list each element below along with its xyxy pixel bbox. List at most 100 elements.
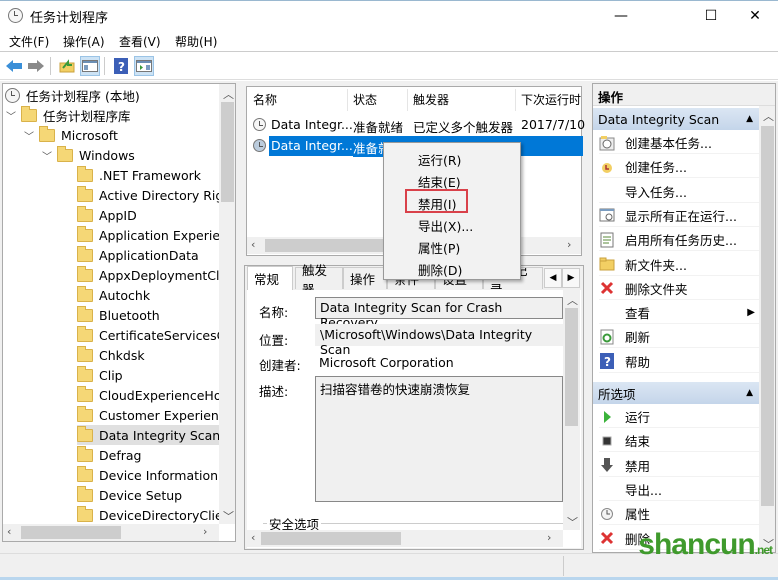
action-item[interactable]: 刷新 (599, 326, 759, 349)
tree-item-folder[interactable]: Device Setup (77, 485, 182, 505)
help-button[interactable]: ? (111, 56, 131, 76)
scrollbar-thumb[interactable] (21, 526, 121, 539)
tab-scroll-left-button[interactable]: ◀ (544, 268, 562, 288)
chevron-down-icon[interactable]: ﹀ (5, 108, 17, 123)
action-item[interactable]: 启用所有任务历史... (599, 229, 759, 252)
scrollbar-thumb[interactable] (221, 102, 234, 202)
context-menu-item[interactable]: 导出(X)... (418, 216, 473, 235)
scroll-left-icon[interactable]: ‹ (251, 238, 255, 251)
tree-item-folder[interactable]: Autochk (77, 285, 150, 305)
action-item[interactable]: 禁用 (599, 455, 759, 477)
maximize-button[interactable]: ☐ (688, 1, 734, 31)
show-hide-console-tree-button[interactable] (80, 56, 100, 76)
tab-general[interactable]: 常规 (247, 266, 293, 290)
tree-item-microsoft[interactable]: ﹀ Microsoft (23, 125, 118, 145)
column-divider[interactable] (347, 89, 348, 111)
name-field[interactable]: Data Integrity Scan for Crash Recovery (315, 297, 563, 330)
tree-item-folder[interactable]: ApplicationData (77, 245, 199, 265)
scroll-left-icon[interactable]: ‹ (7, 525, 11, 538)
scrollbar-thumb[interactable] (761, 126, 774, 506)
tree-item-folder[interactable]: CertificateServicesCli (77, 325, 232, 345)
action-item[interactable]: ? 帮助 (599, 351, 759, 373)
column-header-status[interactable]: 状态 (353, 91, 377, 108)
tree-item-root[interactable]: 任务计划程序 (本地) (5, 85, 140, 105)
scroll-left-icon[interactable]: ‹ (251, 531, 255, 544)
column-divider[interactable] (515, 89, 516, 111)
tab-scroll-right-button[interactable]: ▶ (562, 268, 580, 288)
column-header-next-run[interactable]: 下次运行时 (521, 91, 581, 108)
section-header-selected-item[interactable]: 所选项 ▲ (593, 382, 759, 404)
tree-item-folder[interactable]: CloudExperienceHos (77, 385, 228, 405)
folder-icon (77, 405, 93, 422)
tree-vertical-scrollbar[interactable]: ︿ ﹀ (219, 84, 235, 524)
tree-item-folder[interactable]: DeviceDirectoryClien (77, 505, 231, 525)
scrollbar-thumb[interactable] (565, 308, 578, 426)
action-item[interactable]: 结束 (599, 430, 759, 453)
tree-item-folder[interactable]: Clip (77, 365, 123, 385)
action-item[interactable]: 导入任务... (599, 181, 759, 203)
scroll-up-icon[interactable]: ︿ (223, 86, 234, 102)
scroll-down-icon[interactable]: ﹀ (223, 508, 234, 524)
scroll-right-icon[interactable]: › (547, 531, 551, 544)
scroll-right-icon[interactable]: › (203, 525, 207, 538)
tree-horizontal-scrollbar[interactable]: ‹ › (3, 524, 219, 541)
menu-help[interactable]: 帮助(H) (175, 33, 217, 50)
back-button[interactable] (4, 56, 24, 76)
tree-item-folder[interactable]: AppxDeploymentClie (77, 265, 231, 285)
show-hide-action-pane-button[interactable] (134, 56, 154, 76)
tree-item-windows[interactable]: ﹀ Windows (41, 145, 135, 165)
tree-item-folder[interactable]: Application Experien (77, 225, 228, 245)
column-divider[interactable] (407, 89, 408, 111)
tree-item-folder[interactable]: Chkdsk (77, 345, 145, 365)
chevron-down-icon[interactable]: ﹀ (23, 128, 35, 143)
tree-item-folder[interactable]: .NET Framework (77, 165, 201, 185)
task-icon (253, 139, 266, 152)
scroll-right-icon[interactable]: › (567, 238, 571, 251)
context-menu-item[interactable]: 属性(P) (418, 238, 460, 257)
action-item-label: 删除文件夹 (625, 281, 688, 297)
chevron-down-icon[interactable]: ﹀ (41, 148, 53, 163)
scrollbar-thumb[interactable] (261, 532, 401, 545)
tree-item-folder[interactable]: Data Integrity Scan (77, 425, 225, 445)
tree-item-folder[interactable]: Defrag (77, 445, 141, 465)
scroll-down-icon[interactable]: ﹀ (567, 514, 578, 530)
action-item[interactable]: 显示所有正在运行... (599, 205, 759, 227)
tree-item-folder[interactable]: Bluetooth (77, 305, 160, 325)
actions-vertical-scrollbar[interactable]: ︿ ﹀ (759, 106, 775, 552)
menu-file[interactable]: 文件(F) (9, 33, 49, 50)
action-item[interactable]: 删除文件夹 (599, 278, 759, 300)
tree-item-folder[interactable]: Active Directory Righ (77, 185, 231, 205)
column-header-name[interactable]: 名称 (253, 91, 277, 108)
tree-item-folder[interactable]: Device Information (77, 465, 218, 485)
column-header-trigger[interactable]: 触发器 (413, 91, 449, 108)
tree-item-folder[interactable]: AppID (77, 205, 137, 225)
action-item[interactable]: 创建任务... (599, 156, 759, 179)
action-item[interactable]: 属性 (599, 503, 759, 526)
forward-button[interactable] (26, 56, 46, 76)
table-row[interactable]: Data Integr... 准备就绪 已定义多个触发器 2017/7/10 (251, 115, 585, 135)
section-header-data-integrity-scan[interactable]: Data Integrity Scan ▲ (593, 108, 759, 130)
menu-view[interactable]: 查看(V) (119, 33, 161, 50)
action-item[interactable]: 创建基本任务... (599, 132, 759, 154)
minimize-button[interactable]: — (598, 1, 644, 31)
detail-horizontal-scrollbar[interactable]: ‹ › (247, 530, 563, 547)
up-folder-button[interactable] (57, 56, 77, 76)
scroll-up-icon[interactable]: ︿ (763, 108, 774, 124)
action-item[interactable]: 查看 ▶ (599, 302, 759, 325)
tab-actions[interactable]: 操作 (343, 267, 387, 289)
context-menu-item[interactable]: 运行(R) (418, 150, 461, 169)
description-field[interactable]: 扫描容错卷的快速崩溃恢复 (315, 376, 563, 502)
close-button[interactable]: ✕ (732, 1, 778, 31)
action-item[interactable]: 导出... (599, 479, 759, 501)
action-item[interactable]: 新文件夹... (599, 254, 759, 276)
tree-item-folder[interactable]: Customer Experience (77, 405, 233, 425)
tab-triggers[interactable]: 触发器 (295, 263, 343, 297)
tree-item-library[interactable]: ﹀ 任务计划程序库 (5, 105, 131, 125)
scroll-up-icon[interactable]: ︿ (567, 292, 578, 308)
context-menu-item[interactable]: 删除(D) (418, 260, 462, 279)
detail-vertical-scrollbar[interactable]: ︿ ﹀ (563, 290, 580, 530)
menu-action[interactable]: 操作(A) (63, 33, 105, 50)
blank-icon (599, 305, 615, 321)
action-item[interactable]: 运行 (599, 406, 759, 428)
scrollbar-thumb[interactable] (265, 239, 385, 252)
